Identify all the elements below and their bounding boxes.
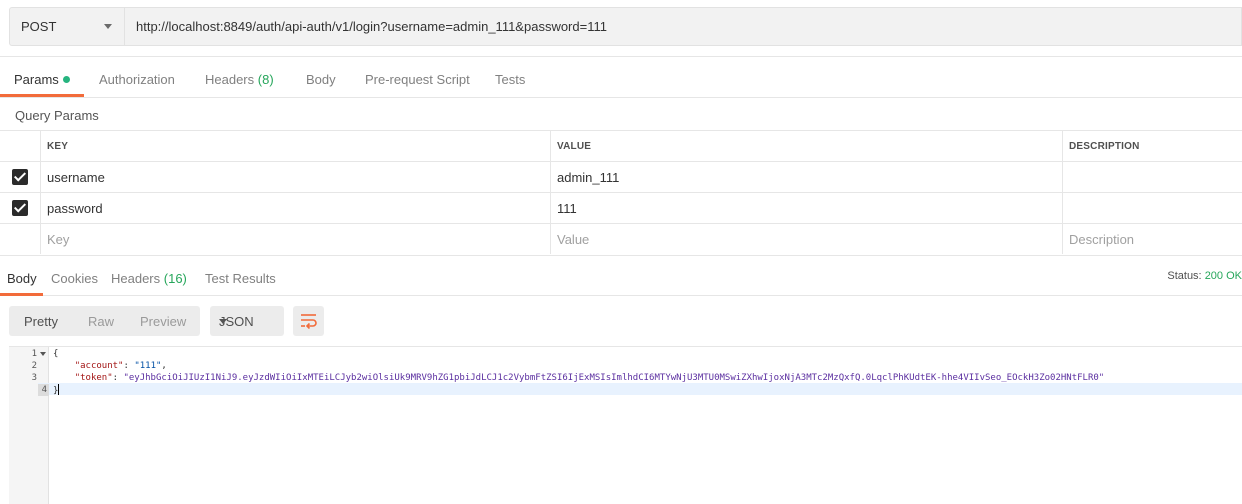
param-value[interactable]: 111: [551, 193, 1063, 223]
param-key[interactable]: username: [41, 162, 551, 192]
tab-response-body[interactable]: Body: [7, 271, 37, 286]
status-code: 200 OK: [1204, 270, 1242, 282]
view-raw-button[interactable]: Raw: [88, 314, 114, 329]
view-mode-toggle: Pretty Raw Preview: [9, 306, 200, 336]
tab-body[interactable]: Body: [306, 72, 336, 87]
line-number-gutter: 1 2 3: [9, 347, 49, 504]
param-key[interactable]: password: [41, 193, 551, 223]
header-key: KEY: [41, 131, 551, 161]
tab-cookies[interactable]: Cookies: [51, 271, 98, 286]
tab-response-headers-count: (16): [163, 271, 187, 286]
param-description[interactable]: [1063, 193, 1242, 223]
header-description: DESCRIPTION: [1069, 140, 1140, 152]
line-number: 4: [38, 384, 49, 396]
new-key-input[interactable]: Key: [41, 224, 551, 254]
code-brace-open: {: [53, 349, 59, 359]
method-select[interactable]: POST: [9, 7, 125, 46]
json-value-account: "111": [134, 361, 162, 371]
username-checkbox[interactable]: [12, 169, 28, 185]
url-input[interactable]: http://localhost:8849/auth/api-auth/v1/l…: [125, 7, 1242, 46]
response-body-editor[interactable]: 1 2 3 4 { "account": "111", "token": "ey…: [9, 346, 1242, 504]
method-label: POST: [21, 19, 57, 34]
view-pretty-button[interactable]: Pretty: [24, 314, 58, 329]
request-bar: POST http://localhost:8849/auth/api-auth…: [0, 0, 1242, 57]
json-key-token: "token": [74, 373, 113, 383]
request-tabs: Params Authorization Headers (8) Body Pr…: [0, 57, 1242, 98]
response-tabs: Body Cookies Headers (16) Test Results S…: [0, 255, 1242, 296]
param-description[interactable]: [1063, 162, 1242, 192]
tab-headers[interactable]: Headers (8): [205, 72, 274, 87]
status-badge: Status: 200 OK: [1167, 270, 1242, 282]
tab-tests[interactable]: Tests: [495, 72, 525, 87]
code-line: {: [53, 348, 58, 360]
view-preview-button[interactable]: Preview: [140, 314, 186, 329]
table-row: username admin_111: [0, 161, 1242, 192]
tab-response-headers[interactable]: Headers (16): [111, 271, 187, 286]
table-row: password 111: [0, 192, 1242, 223]
format-select[interactable]: JSON: [210, 306, 284, 336]
code-line: "token": "eyJhbGciOiJIUzI1NiJ9.eyJzdWIiO…: [74, 373, 1105, 383]
wrap-lines-button[interactable]: [293, 306, 324, 336]
new-description-input[interactable]: Description: [1063, 224, 1242, 254]
fold-chevron-icon[interactable]: [40, 352, 46, 356]
row-checkbox-cell: [0, 224, 41, 254]
active-tab-underline: [0, 94, 84, 97]
active-line-highlight: [38, 383, 1242, 395]
query-params-title: Query Params: [15, 108, 99, 123]
wrap-lines-icon: [301, 314, 317, 329]
row-checkbox-cell: [0, 162, 41, 192]
tab-authorization[interactable]: Authorization: [99, 72, 175, 87]
row-checkbox-cell: [0, 193, 41, 223]
chevron-down-icon: [104, 24, 112, 29]
tab-response-headers-label: Headers: [111, 271, 161, 286]
table-row-new: Key Value Description: [0, 223, 1242, 254]
active-tab-underline: [0, 293, 43, 296]
code-line: "account": "111",: [74, 361, 167, 371]
tab-headers-label: Headers: [205, 72, 255, 87]
header-value: VALUE: [551, 131, 1063, 161]
params-active-dot-icon: [62, 76, 70, 83]
param-value[interactable]: admin_111: [551, 162, 1063, 192]
chevron-down-icon: [219, 319, 227, 324]
json-key-account: "account": [74, 361, 124, 371]
tab-params-label: Params: [14, 72, 59, 87]
status-label: Status:: [1167, 270, 1202, 282]
tab-test-results[interactable]: Test Results: [205, 271, 276, 286]
tab-pre-request-script[interactable]: Pre-request Script: [365, 72, 470, 87]
tab-headers-count: (8): [257, 72, 274, 87]
code-line: }: [53, 384, 60, 396]
password-checkbox[interactable]: [12, 200, 28, 216]
params-header-row: KEY VALUE DESCRIPTION: [0, 130, 1242, 161]
json-value-token: "eyJhbGciOiJIUzI1NiJ9.eyJzdWIiOiIxMTEiLC…: [123, 373, 1105, 383]
header-checkbox-cell: [0, 131, 41, 161]
tab-params[interactable]: Params: [14, 72, 70, 87]
line-number: 2: [31, 361, 37, 371]
text-cursor: [58, 384, 60, 395]
new-value-input[interactable]: Value: [551, 224, 1063, 254]
